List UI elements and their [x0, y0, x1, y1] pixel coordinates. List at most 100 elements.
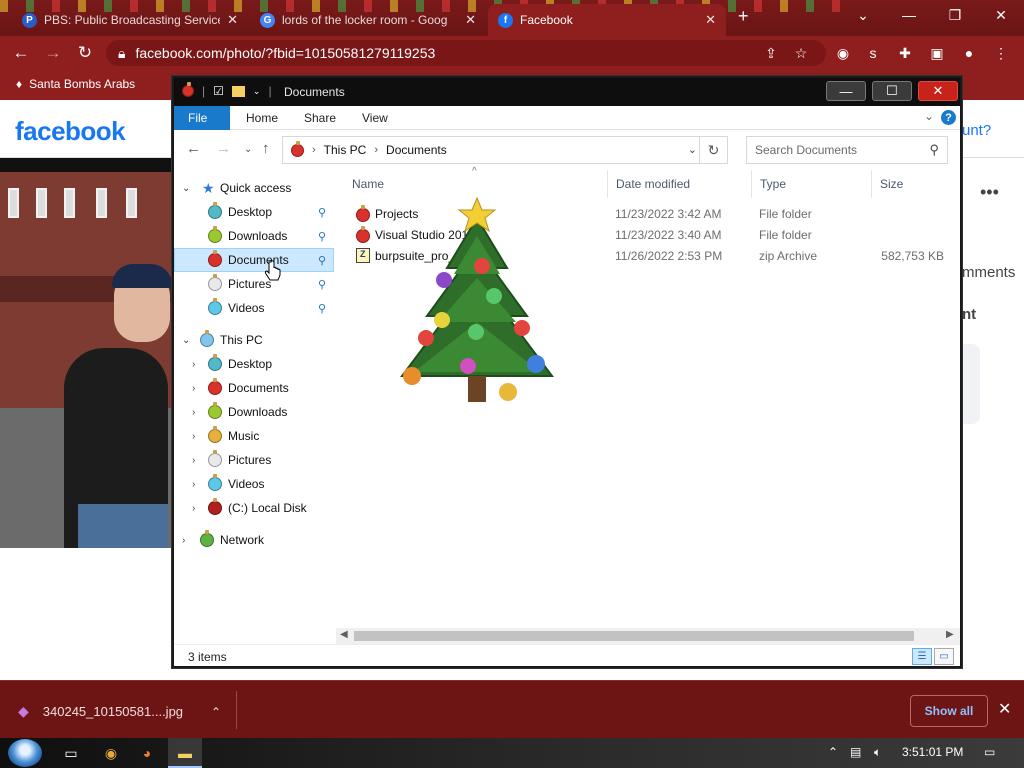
tab-pbs[interactable]: P PBS: Public Broadcasting Service ✕ — [12, 4, 248, 36]
reload-icon[interactable]: ↻ — [74, 42, 96, 64]
share-icon[interactable]: ⇪ — [760, 42, 782, 64]
download-item[interactable]: ◆ 340245_10150581....jpg ⌃ — [18, 703, 221, 720]
folder-icon[interactable] — [231, 85, 245, 97]
more-options-icon[interactable]: ••• — [980, 182, 999, 203]
minimize-icon[interactable]: — — [886, 0, 932, 30]
pin-icon[interactable]: ⚲ — [318, 302, 326, 315]
recent-locations-icon[interactable]: ⌄ — [244, 144, 252, 155]
column-header-type[interactable]: Type — [752, 170, 872, 198]
tree-item-this-pc[interactable]: ⌄ This PC — [174, 328, 334, 352]
tree-item-local-disk[interactable]: › (C:) Local Disk — [174, 496, 334, 520]
file-explorer-icon[interactable]: ▬ — [174, 742, 196, 764]
show-hidden-icons-icon[interactable]: ⌃ — [828, 745, 838, 759]
close-icon[interactable]: ✕ — [227, 12, 238, 28]
tree-item-pc-desktop[interactable]: › Desktop — [174, 352, 334, 376]
forward-arrow-icon[interactable]: → — [216, 140, 231, 157]
tree-item-pc-downloads[interactable]: › Downloads — [174, 400, 334, 424]
start-button[interactable] — [8, 739, 42, 767]
facebook-logo[interactable]: facebook — [15, 116, 126, 147]
pin-icon[interactable]: ⚲ — [318, 254, 326, 267]
chevron-right-icon[interactable]: › — [182, 535, 185, 546]
menu-kebab-icon[interactable]: ⋮ — [990, 42, 1012, 64]
tab-facebook[interactable]: f Facebook ✕ — [488, 4, 726, 36]
maximize-icon[interactable]: ☐ — [872, 81, 912, 101]
tree-item-desktop[interactable]: Desktop ⚲ — [174, 200, 334, 224]
notifications-icon[interactable]: ▭ — [984, 745, 995, 759]
search-box[interactable]: Search Documents ⚲ — [746, 136, 948, 164]
minimize-icon[interactable]: — — [826, 81, 866, 101]
volume-icon[interactable]: 🔈︎ — [874, 745, 881, 760]
tab-view[interactable]: View — [348, 106, 402, 130]
chrome-icon[interactable]: ◉ — [100, 742, 122, 764]
close-icon[interactable]: ✕ — [918, 81, 958, 101]
back-arrow-icon[interactable]: ← — [186, 140, 201, 157]
forward-icon[interactable]: → — [42, 42, 64, 64]
tree-item-videos[interactable]: Videos ⚲ — [174, 296, 334, 320]
expand-ribbon-icon[interactable]: ⌄ — [924, 109, 934, 123]
breadcrumb-this-pc[interactable]: This PC — [324, 143, 367, 157]
tree-item-pc-documents[interactable]: › Documents — [174, 376, 334, 400]
refresh-icon[interactable]: ↻ — [699, 137, 727, 163]
chevron-right-icon[interactable]: › — [192, 407, 195, 418]
tree-item-pictures[interactable]: Pictures ⚲ — [174, 272, 334, 296]
bookmark-star-icon[interactable]: ☆ — [790, 42, 812, 64]
restore-icon[interactable]: ❐ — [932, 0, 978, 30]
tree-item-quick-access[interactable]: ⌄ ★ Quick access — [174, 176, 334, 200]
tree-item-pc-videos[interactable]: › Videos — [174, 472, 334, 496]
large-icons-view-icon[interactable]: ▭ — [934, 648, 954, 665]
search-icon[interactable]: ⚲ — [929, 142, 939, 158]
scroll-right-icon[interactable]: ▶ — [946, 629, 954, 640]
help-icon[interactable]: ? — [941, 110, 956, 125]
horizontal-scrollbar[interactable]: ◀ ▶ — [336, 628, 960, 644]
chevron-down-icon[interactable]: ⌄ — [182, 335, 190, 346]
scroll-left-icon[interactable]: ◀ — [340, 629, 348, 640]
up-arrow-icon[interactable]: ↑ — [262, 140, 270, 157]
chevron-right-icon[interactable]: › — [192, 359, 195, 370]
photo-viewer[interactable] — [0, 158, 172, 548]
chevron-right-icon[interactable]: › — [192, 431, 195, 442]
column-header-size[interactable]: Size — [872, 170, 954, 198]
tab-search-icon[interactable]: ⌄ — [840, 0, 886, 30]
clock[interactable]: 3:51:01 PM — [902, 745, 963, 759]
address-dropdown-icon[interactable]: ⌄ — [688, 143, 697, 156]
chevron-down-icon[interactable]: ⌄ — [253, 86, 261, 97]
close-icon[interactable]: ✕ — [465, 12, 476, 28]
close-icon[interactable]: ✕ — [705, 12, 716, 28]
pin-icon[interactable]: ⚲ — [318, 230, 326, 243]
show-all-button[interactable]: Show all — [910, 695, 988, 727]
tab-home[interactable]: Home — [232, 106, 292, 130]
tree-item-documents[interactable]: Documents ⚲ — [174, 248, 334, 272]
tab-file[interactable]: File — [174, 106, 230, 130]
address-bar[interactable]: › This PC › Documents ⌄ ↻ — [282, 136, 728, 164]
puzzle-extensions-icon[interactable]: ✚ — [894, 42, 916, 64]
tree-item-downloads[interactable]: Downloads ⚲ — [174, 224, 334, 248]
network-tray-icon[interactable]: ▤ — [850, 745, 861, 759]
fb-side-text[interactable]: unt? — [962, 122, 991, 139]
task-view-icon[interactable]: ▭ — [60, 742, 82, 764]
chevron-right-icon[interactable]: › — [192, 455, 195, 466]
url-bar[interactable]: 🔒︎ facebook.com/photo/?fbid=101505812791… — [106, 40, 826, 66]
flag-extension-icon[interactable]: ◉ — [832, 42, 854, 64]
firefox-icon[interactable]: ◕ — [136, 742, 158, 764]
new-tab-button[interactable]: + — [738, 6, 749, 27]
tab-share[interactable]: Share — [290, 106, 350, 130]
breadcrumb-documents[interactable]: Documents — [386, 143, 447, 157]
back-icon[interactable]: ← — [10, 42, 32, 64]
pin-icon[interactable]: ⚲ — [318, 206, 326, 219]
search-input[interactable]: Search Documents — [755, 143, 857, 157]
side-panel-icon[interactable]: ▣ — [926, 42, 948, 64]
tab-google[interactable]: G lords of the locker room - Goog ✕ — [250, 4, 486, 36]
tree-item-network[interactable]: › Network — [174, 528, 334, 552]
details-view-icon[interactable]: ☰ — [912, 648, 932, 665]
chevron-right-icon[interactable]: › — [192, 503, 195, 514]
scroll-thumb[interactable] — [354, 631, 914, 641]
close-icon[interactable]: ✕ — [998, 699, 1011, 719]
tree-item-pc-music[interactable]: › Music — [174, 424, 334, 448]
properties-icon[interactable]: ☑ — [213, 84, 224, 98]
chevron-right-icon[interactable]: › — [192, 383, 195, 394]
pin-icon[interactable]: ⚲ — [318, 278, 326, 291]
column-header-date[interactable]: Date modified — [608, 170, 752, 198]
tree-item-pc-pictures[interactable]: › Pictures — [174, 448, 334, 472]
chevron-down-icon[interactable]: ⌄ — [182, 183, 190, 194]
column-header-name[interactable]: Name ^ — [344, 166, 608, 198]
